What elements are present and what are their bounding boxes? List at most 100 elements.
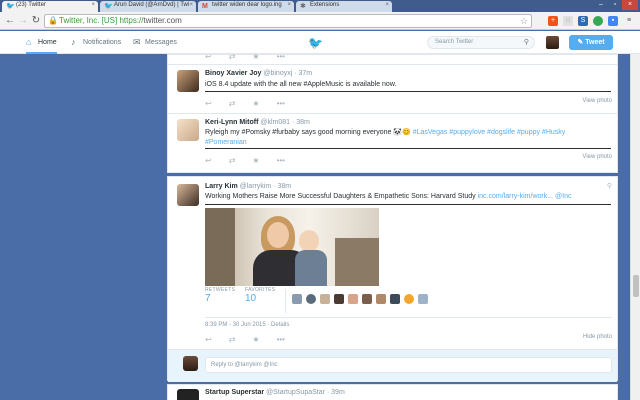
more-icon[interactable]: •••: [277, 52, 285, 61]
favoriter-avatar[interactable]: [376, 294, 386, 304]
reply-icon[interactable]: ↩: [205, 335, 212, 344]
avatar[interactable]: [177, 119, 199, 141]
favoriter-avatar[interactable]: [404, 294, 414, 304]
twitter-top-nav: ⌂ Home ♪ Notifications ✉ Messages 🐦 Sear…: [0, 31, 640, 54]
favoriter-avatar[interactable]: [292, 294, 302, 304]
close-tab-icon[interactable]: ×: [385, 2, 389, 8]
view-photo-link[interactable]: View photo: [582, 154, 612, 160]
favoriter-avatar[interactable]: [320, 294, 330, 304]
back-arrow-icon[interactable]: ←: [4, 15, 16, 27]
nav-notifications[interactable]: ♪ Notifications: [71, 31, 121, 54]
retweet-icon[interactable]: ⇄: [229, 52, 236, 61]
author-name[interactable]: Keri-Lynn Mitoff: [205, 119, 258, 126]
favorite-star-icon[interactable]: ★: [252, 335, 259, 344]
tweet-timestamp[interactable]: 8:39 PM - 30 Jun 2015 · Details: [205, 320, 605, 330]
maximize-icon[interactable]: ▫: [608, 0, 622, 10]
author-handle[interactable]: @StartupSupaStar · 39m: [266, 389, 345, 396]
tweet-header: Binoy Xavier Joy @binoyxj · 37m: [205, 70, 312, 77]
favorite-star-icon[interactable]: ★: [252, 52, 259, 61]
twitter-bird-logo[interactable]: 🐦: [308, 36, 323, 50]
forward-arrow-icon[interactable]: →: [17, 15, 29, 27]
address-bar[interactable]: 🔒 Twitter, Inc. [US] https://twitter.com…: [44, 14, 532, 28]
retweet-icon[interactable]: ⇄: [229, 99, 236, 108]
favorites-stat[interactable]: FAVORITES 10: [245, 287, 285, 304]
favoriter-avatar[interactable]: [306, 294, 316, 304]
retweets-stat[interactable]: RETWEETS 7: [205, 287, 245, 304]
more-icon[interactable]: •••: [277, 156, 285, 165]
avatar[interactable]: [177, 389, 199, 400]
mention-link[interactable]: @Inc: [555, 193, 571, 200]
tab-twitter[interactable]: 🐦 (23) Twitter ×: [2, 1, 98, 12]
search-icon[interactable]: ⚲: [524, 37, 529, 48]
author-handle[interactable]: @klm081 · 38m: [260, 119, 310, 126]
search-input[interactable]: Search Twitter ⚲: [427, 36, 535, 49]
extension-plus-icon[interactable]: +: [548, 16, 558, 26]
tweet-link[interactable]: inc.com/larry-kim/work...: [478, 193, 553, 200]
extension-blue-icon[interactable]: ▪: [608, 16, 618, 26]
view-photo-link[interactable]: View photo: [582, 98, 612, 104]
profile-avatar[interactable]: [546, 36, 559, 49]
tweet-text: iOS 8.4 update with the all new #AppleMu…: [205, 81, 397, 88]
home-icon: ⌂: [26, 37, 32, 47]
nav-messages[interactable]: ✉ Messages: [133, 31, 177, 54]
reload-icon[interactable]: ↻: [30, 15, 42, 27]
retweet-icon[interactable]: ⇄: [229, 156, 236, 165]
twitter-favicon-icon: 🐦: [6, 3, 15, 10]
reply-input[interactable]: Reply to @larrykim @Inc: [205, 357, 612, 373]
retweet-icon[interactable]: ⇄: [229, 335, 236, 344]
tweet-header: Larry Kim @larrykim · 38m: [205, 183, 291, 190]
extension-green-icon[interactable]: [593, 16, 603, 26]
envelope-icon: ✉: [133, 37, 141, 47]
author-name[interactable]: Larry Kim: [205, 183, 238, 190]
nav-home[interactable]: ⌂ Home: [26, 31, 57, 54]
reply-icon[interactable]: ↩: [205, 99, 212, 108]
page-scrollbar[interactable]: [630, 54, 640, 400]
tweet[interactable]: Startup Superstar @StartupSupaStar · 39m: [168, 385, 617, 400]
avatar[interactable]: [177, 184, 199, 206]
tab-arun-david[interactable]: 🐦 Arun David (@ArnDvd) | Twi ×: [100, 1, 196, 12]
scrollbar-thumb[interactable]: [633, 275, 639, 297]
favoriter-avatar[interactable]: [390, 294, 400, 304]
avatar[interactable]: [177, 70, 199, 92]
reply-icon[interactable]: ↩: [205, 156, 212, 165]
media-divider: [205, 148, 611, 149]
browser-tab-strip: 🐦 (23) Twitter × 🐦 Arun David (@ArnDvd) …: [0, 0, 640, 12]
tweet-photo[interactable]: [205, 208, 379, 286]
tab-gmail[interactable]: M twitter widen dear logo.ing ×: [198, 1, 294, 12]
menu-icon[interactable]: ≡: [624, 16, 634, 26]
bookmark-star-icon[interactable]: ☆: [520, 15, 528, 27]
author-name[interactable]: Startup Superstar: [205, 389, 264, 396]
extension-chat-icon[interactable]: ◌: [563, 16, 573, 26]
tweet[interactable]: Keri-Lynn Mitoff @klm081 · 38m Ryleigh m…: [168, 114, 617, 174]
author-handle[interactable]: @larrykim · 38m: [240, 183, 291, 190]
close-window-icon[interactable]: ×: [622, 0, 638, 10]
author-name[interactable]: Binoy Xavier Joy: [205, 70, 261, 77]
favoriter-avatar[interactable]: [334, 294, 344, 304]
puzzle-favicon-icon: ✱: [300, 3, 306, 10]
emoji-icon: 🐼😊: [393, 129, 411, 136]
close-tab-icon[interactable]: ×: [189, 2, 193, 8]
tweet-actions: ↩ ⇄ ★ •••: [205, 52, 302, 61]
extension-s-icon[interactable]: S: [578, 16, 588, 26]
avatar: [183, 356, 198, 371]
favorite-star-icon[interactable]: ★: [252, 156, 259, 165]
more-icon[interactable]: •••: [277, 335, 285, 344]
gmail-favicon-icon: M: [202, 3, 208, 10]
close-tab-icon[interactable]: ×: [287, 2, 291, 8]
reply-icon[interactable]: ↩: [205, 52, 212, 61]
hide-photo-link[interactable]: Hide photo: [583, 334, 612, 340]
favoriter-avatar[interactable]: [418, 294, 428, 304]
tab-extensions[interactable]: ✱ Extensions ×: [296, 1, 392, 12]
close-tab-icon[interactable]: ×: [91, 2, 95, 8]
minimize-icon[interactable]: –: [594, 0, 608, 10]
more-icon[interactable]: •••: [277, 99, 285, 108]
tweet[interactable]: Binoy Xavier Joy @binoyxj · 37m iOS 8.4 …: [168, 65, 617, 113]
favorite-star-icon[interactable]: ★: [252, 99, 259, 108]
favoriter-avatar[interactable]: [348, 294, 358, 304]
author-handle[interactable]: @binoyxj · 37m: [263, 70, 312, 77]
tweet[interactable]: Larry Kim @larrykim · 38m ⚲ Working Moth…: [168, 177, 617, 382]
twitter-favicon-icon: 🐦: [104, 3, 113, 10]
favoriter-avatar[interactable]: [362, 294, 372, 304]
compose-tweet-button[interactable]: ✎ Tweet: [569, 35, 613, 50]
timeline-card: ↩ ⇄ ★ ••• Binoy Xavier Joy @binoyxj · 37m i…: [167, 52, 618, 174]
